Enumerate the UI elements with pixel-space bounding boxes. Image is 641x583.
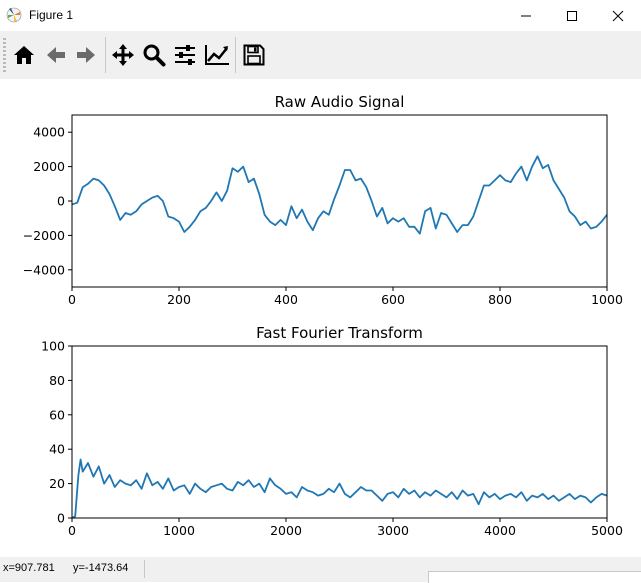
x-tick-label: 2000 <box>270 523 302 538</box>
y-tick-label: −4000 <box>23 262 65 277</box>
axes-frame <box>71 114 608 288</box>
series-line <box>72 458 607 518</box>
y-tick-label: 40 <box>49 442 65 457</box>
close-icon <box>612 10 624 21</box>
status-divider <box>144 560 145 578</box>
title-bar: Figure 1 <box>0 0 641 31</box>
chart-1: Raw Audio Signal 0 200 400 600 800 1000 −4000 −2… <box>23 93 623 307</box>
y-tick-label: 0 <box>57 194 65 209</box>
status-bar: x=907.781 y=-1473.64 <box>0 557 641 583</box>
figure-canvas[interactable]: Raw Audio Signal 0 200 400 600 800 1000 −4000 −2… <box>0 79 641 557</box>
x-tick-label: 1000 <box>163 523 195 538</box>
toolbar-grip[interactable] <box>3 38 6 72</box>
home-button[interactable] <box>9 39 39 71</box>
edit-axes-button[interactable] <box>202 39 232 71</box>
back-button[interactable] <box>41 39 71 71</box>
toolbar-separator <box>235 37 236 73</box>
close-button[interactable] <box>595 0 641 31</box>
chart-title: Fast Fourier Transform <box>256 324 423 342</box>
cursor-y-readout: y=-1473.64 <box>73 562 129 574</box>
cursor-x-readout: x=907.781 <box>3 562 55 574</box>
floppy-disk-icon <box>243 44 265 66</box>
pan-button[interactable] <box>108 39 138 71</box>
matplotlib-icon <box>6 7 22 23</box>
navigation-toolbar <box>0 31 641 79</box>
y-tick-label: 4000 <box>33 125 65 140</box>
x-tick-label: 3000 <box>377 523 409 538</box>
home-icon <box>14 46 34 64</box>
y-tick-label: 100 <box>41 339 65 354</box>
maximize-icon <box>567 10 577 21</box>
x-tick-label: 200 <box>167 292 191 307</box>
sliders-icon <box>175 45 195 65</box>
toolbar-separator <box>105 37 106 73</box>
y-tick-label: 60 <box>49 407 65 422</box>
figure-svg[interactable]: Raw Audio Signal0 200 400 600 800 1000−4000−2… <box>0 79 641 557</box>
subplots-button[interactable] <box>170 39 200 71</box>
x-tick-label: 4000 <box>484 523 516 538</box>
x-tick-label: 0 <box>68 523 76 538</box>
x-tick-label: 5000 <box>591 523 623 538</box>
window-title: Figure 1 <box>29 8 74 22</box>
zoom-button[interactable] <box>139 39 169 71</box>
y-tick-label: 2000 <box>33 159 65 174</box>
move-icon <box>112 44 134 66</box>
arrow-left-icon <box>47 47 65 63</box>
x-tick-label: 1000 <box>591 292 623 307</box>
x-tick-label: 800 <box>488 292 512 307</box>
forward-button[interactable] <box>71 39 101 71</box>
y-tick-label: 80 <box>49 373 65 388</box>
maximize-button[interactable] <box>549 0 595 31</box>
y-tick-label: 20 <box>49 476 65 491</box>
x-tick-label: 600 <box>381 292 405 307</box>
line-chart-icon <box>205 45 229 65</box>
y-tick-label: −2000 <box>23 228 65 243</box>
chart-2: Fast Fourier Transform0 1000 2000 3000 4000 5… <box>41 324 623 538</box>
minimize-icon <box>521 15 531 16</box>
x-tick-label: 400 <box>274 292 298 307</box>
status-resize-area <box>428 571 641 583</box>
magnifier-icon <box>143 44 166 67</box>
save-button[interactable] <box>239 39 269 71</box>
axes-frame <box>71 345 608 519</box>
series-line <box>72 155 607 235</box>
chart-title: Raw Audio Signal <box>275 93 405 111</box>
arrow-right-icon <box>77 47 95 63</box>
x-tick-label: 0 <box>68 292 76 307</box>
y-tick-label: 0 <box>57 511 65 526</box>
minimize-button[interactable] <box>503 0 549 31</box>
